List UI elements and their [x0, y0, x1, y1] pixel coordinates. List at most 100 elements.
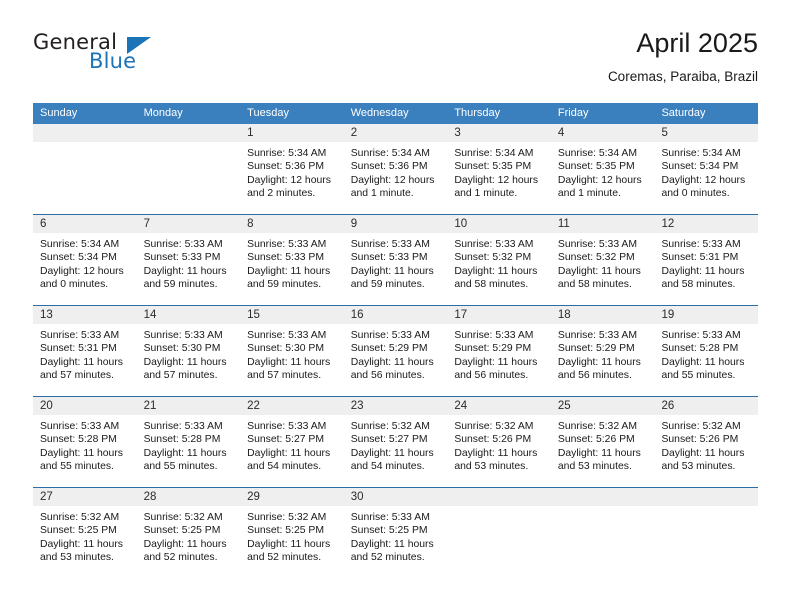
- page-header: General Blue April 2025 Coremas, Paraiba…: [33, 26, 758, 96]
- sunset-text: Sunset: 5:29 PM: [557, 343, 635, 355]
- day-cell[interactable]: 9 Sunrise: 5:33 AM Sunset: 5:33 PM Dayli…: [343, 215, 448, 305]
- day-cell[interactable]: 5 Sunrise: 5:34 AM Sunset: 5:34 PM Dayli…: [654, 124, 759, 214]
- day-cell[interactable]: 7 Sunrise: 5:33 AM Sunset: 5:33 PM Dayli…: [136, 215, 241, 305]
- week-row: 27 Sunrise: 5:32 AM Sunset: 5:25 PM Dayl…: [33, 488, 759, 578]
- general-blue-logo: General Blue: [33, 30, 163, 80]
- day-details: Sunrise: 5:33 AM Sunset: 5:33 PM Dayligh…: [137, 233, 241, 292]
- daylight-text: Daylight: 11 hours and 57 minutes.: [143, 356, 227, 382]
- day-cell[interactable]: 26 Sunrise: 5:32 AM Sunset: 5:26 PM Dayl…: [654, 397, 759, 487]
- week-row: 20 Sunrise: 5:33 AM Sunset: 5:28 PM Dayl…: [33, 397, 759, 488]
- daylight-text: Daylight: 11 hours and 56 minutes.: [557, 356, 641, 382]
- day-cell[interactable]: 25 Sunrise: 5:32 AM Sunset: 5:26 PM Dayl…: [550, 397, 655, 487]
- sunset-text: Sunset: 5:31 PM: [661, 252, 739, 264]
- sunrise-text: Sunrise: 5:33 AM: [350, 512, 430, 523]
- day-cell[interactable]: 23 Sunrise: 5:32 AM Sunset: 5:27 PM Dayl…: [343, 397, 448, 487]
- weekday-header-tuesday: Tuesday: [247, 107, 289, 119]
- day-cell[interactable]: 18 Sunrise: 5:33 AM Sunset: 5:29 PM Dayl…: [550, 306, 655, 396]
- daylight-text: Daylight: 11 hours and 54 minutes.: [350, 447, 434, 473]
- sunrise-text: Sunrise: 5:33 AM: [40, 421, 120, 432]
- day-details: Sunrise: 5:33 AM Sunset: 5:31 PM Dayligh…: [33, 324, 137, 383]
- day-number: 23: [343, 397, 448, 415]
- day-cell[interactable]: 22 Sunrise: 5:33 AM Sunset: 5:27 PM Dayl…: [240, 397, 344, 487]
- sunrise-text: Sunrise: 5:33 AM: [40, 330, 120, 341]
- day-cell[interactable]: 13 Sunrise: 5:33 AM Sunset: 5:31 PM Dayl…: [33, 306, 137, 396]
- day-cell[interactable]: [654, 488, 759, 578]
- day-cell[interactable]: 8 Sunrise: 5:33 AM Sunset: 5:33 PM Dayli…: [240, 215, 344, 305]
- day-number: 21: [136, 397, 241, 415]
- day-details: Sunrise: 5:32 AM Sunset: 5:27 PM Dayligh…: [344, 415, 448, 474]
- day-details: Sunrise: 5:34 AM Sunset: 5:36 PM Dayligh…: [240, 142, 344, 201]
- daylight-text: Daylight: 11 hours and 53 minutes.: [557, 447, 641, 473]
- weekday-header-thursday: Thursday: [454, 107, 501, 119]
- day-cell[interactable]: 19 Sunrise: 5:33 AM Sunset: 5:28 PM Dayl…: [654, 306, 759, 396]
- day-number: 6: [33, 215, 137, 233]
- weekday-header-saturday: Saturday: [661, 107, 706, 119]
- day-details: Sunrise: 5:33 AM Sunset: 5:33 PM Dayligh…: [240, 233, 344, 292]
- day-number: 18: [550, 306, 655, 324]
- daylight-text: Daylight: 11 hours and 57 minutes.: [247, 356, 331, 382]
- sunset-text: Sunset: 5:35 PM: [557, 161, 635, 173]
- sunset-text: Sunset: 5:33 PM: [247, 252, 324, 264]
- sunset-text: Sunset: 5:25 PM: [40, 525, 117, 537]
- day-details: Sunrise: 5:33 AM Sunset: 5:29 PM Dayligh…: [447, 324, 551, 383]
- day-details: Sunrise: 5:32 AM Sunset: 5:26 PM Dayligh…: [447, 415, 551, 474]
- day-cell[interactable]: 1 Sunrise: 5:34 AM Sunset: 5:36 PM Dayli…: [240, 124, 344, 214]
- day-cell[interactable]: 3 Sunrise: 5:34 AM Sunset: 5:35 PM Dayli…: [447, 124, 551, 214]
- sunrise-text: Sunrise: 5:33 AM: [143, 330, 223, 341]
- sunset-text: Sunset: 5:25 PM: [143, 525, 221, 537]
- sunset-text: Sunset: 5:28 PM: [40, 434, 117, 446]
- day-number: 17: [447, 306, 551, 324]
- day-cell[interactable]: 14 Sunrise: 5:33 AM Sunset: 5:30 PM Dayl…: [136, 306, 241, 396]
- sunrise-text: Sunrise: 5:32 AM: [40, 512, 120, 523]
- sunset-text: Sunset: 5:28 PM: [143, 434, 221, 446]
- day-cell[interactable]: 17 Sunrise: 5:33 AM Sunset: 5:29 PM Dayl…: [447, 306, 551, 396]
- day-number: 2: [343, 124, 448, 142]
- day-cell[interactable]: 27 Sunrise: 5:32 AM Sunset: 5:25 PM Dayl…: [33, 488, 137, 578]
- day-number: 11: [550, 215, 655, 233]
- sunrise-text: Sunrise: 5:33 AM: [454, 330, 534, 341]
- day-details: Sunrise: 5:33 AM Sunset: 5:30 PM Dayligh…: [240, 324, 344, 383]
- day-cell[interactable]: 21 Sunrise: 5:33 AM Sunset: 5:28 PM Dayl…: [136, 397, 241, 487]
- day-details: Sunrise: 5:33 AM Sunset: 5:28 PM Dayligh…: [33, 415, 137, 474]
- day-number: [447, 488, 551, 506]
- daylight-text: Daylight: 11 hours and 59 minutes.: [143, 265, 227, 291]
- sunset-text: Sunset: 5:30 PM: [247, 343, 324, 355]
- day-cell[interactable]: 4 Sunrise: 5:34 AM Sunset: 5:35 PM Dayli…: [550, 124, 655, 214]
- daylight-text: Daylight: 11 hours and 56 minutes.: [350, 356, 434, 382]
- day-details: Sunrise: 5:33 AM Sunset: 5:29 PM Dayligh…: [551, 324, 655, 383]
- day-cell[interactable]: 28 Sunrise: 5:32 AM Sunset: 5:25 PM Dayl…: [136, 488, 241, 578]
- day-cell[interactable]: 2 Sunrise: 5:34 AM Sunset: 5:36 PM Dayli…: [343, 124, 448, 214]
- day-cell[interactable]: 20 Sunrise: 5:33 AM Sunset: 5:28 PM Dayl…: [33, 397, 137, 487]
- day-cell[interactable]: 24 Sunrise: 5:32 AM Sunset: 5:26 PM Dayl…: [447, 397, 551, 487]
- day-cell[interactable]: [136, 124, 241, 214]
- day-details: Sunrise: 5:32 AM Sunset: 5:25 PM Dayligh…: [33, 506, 137, 565]
- sunrise-text: Sunrise: 5:34 AM: [350, 148, 430, 159]
- sunrise-text: Sunrise: 5:33 AM: [247, 421, 327, 432]
- day-number: 12: [654, 215, 759, 233]
- day-cell[interactable]: 29 Sunrise: 5:32 AM Sunset: 5:25 PM Dayl…: [240, 488, 344, 578]
- day-cell[interactable]: [550, 488, 655, 578]
- daylight-text: Daylight: 11 hours and 52 minutes.: [350, 538, 434, 564]
- day-number: 13: [33, 306, 137, 324]
- day-number: 1: [240, 124, 344, 142]
- day-number: 28: [136, 488, 241, 506]
- sunset-text: Sunset: 5:33 PM: [143, 252, 221, 264]
- day-cell[interactable]: [33, 124, 137, 214]
- sunset-text: Sunset: 5:36 PM: [350, 161, 428, 173]
- sunset-text: Sunset: 5:28 PM: [661, 343, 739, 355]
- day-cell[interactable]: 16 Sunrise: 5:33 AM Sunset: 5:29 PM Dayl…: [343, 306, 448, 396]
- day-cell[interactable]: 10 Sunrise: 5:33 AM Sunset: 5:32 PM Dayl…: [447, 215, 551, 305]
- sunset-text: Sunset: 5:27 PM: [350, 434, 428, 446]
- day-cell[interactable]: 11 Sunrise: 5:33 AM Sunset: 5:32 PM Dayl…: [550, 215, 655, 305]
- day-cell[interactable]: [447, 488, 551, 578]
- day-cell[interactable]: 6 Sunrise: 5:34 AM Sunset: 5:34 PM Dayli…: [33, 215, 137, 305]
- sunrise-text: Sunrise: 5:33 AM: [143, 421, 223, 432]
- sunrise-text: Sunrise: 5:33 AM: [454, 239, 534, 250]
- week-row: 13 Sunrise: 5:33 AM Sunset: 5:31 PM Dayl…: [33, 306, 759, 397]
- day-cell[interactable]: 30 Sunrise: 5:33 AM Sunset: 5:25 PM Dayl…: [343, 488, 448, 578]
- sunset-text: Sunset: 5:27 PM: [247, 434, 324, 446]
- day-details: Sunrise: 5:33 AM Sunset: 5:28 PM Dayligh…: [654, 324, 758, 383]
- day-cell[interactable]: 15 Sunrise: 5:33 AM Sunset: 5:30 PM Dayl…: [240, 306, 344, 396]
- day-cell[interactable]: 12 Sunrise: 5:33 AM Sunset: 5:31 PM Dayl…: [654, 215, 759, 305]
- sunrise-text: Sunrise: 5:33 AM: [350, 330, 430, 341]
